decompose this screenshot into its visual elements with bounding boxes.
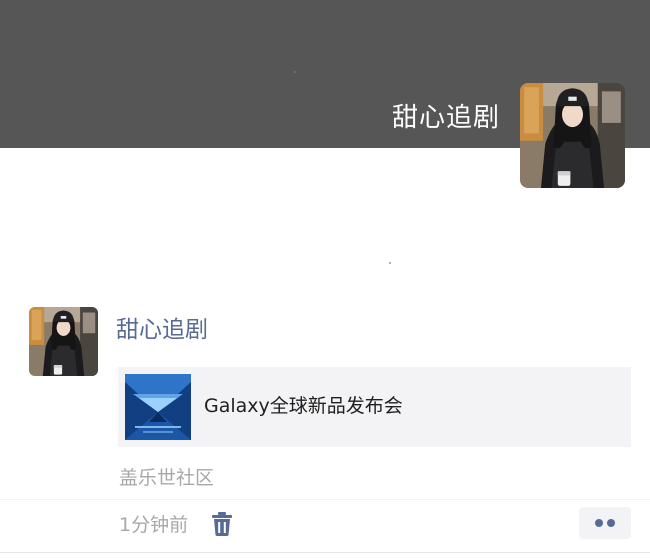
more-dots-icon: [595, 519, 603, 527]
speck: [389, 262, 391, 264]
divider: [0, 499, 650, 500]
profile-avatar[interactable]: [520, 83, 625, 188]
shared-link-card[interactable]: Galaxy全球新品发布会: [118, 367, 631, 447]
avatar-photo: [29, 307, 98, 376]
link-thumbnail: [125, 374, 191, 440]
cover-speck: [294, 71, 296, 73]
more-dots-icon: [607, 519, 615, 527]
post-author-name[interactable]: 甜心追剧: [116, 314, 208, 346]
post-timestamp: 1分钟前: [119, 514, 189, 536]
post-source[interactable]: 盖乐世社区: [119, 464, 214, 492]
trash-icon-glyph: [212, 512, 232, 536]
divider: [0, 552, 650, 553]
trash-icon[interactable]: [210, 511, 234, 537]
galaxy-thumbnail-image: [125, 374, 191, 440]
profile-name[interactable]: 甜心追剧: [392, 100, 500, 136]
avatar-photo: [520, 83, 625, 188]
moments-page: 甜心追剧 甜心追剧 Galaxy全球新品发布会 盖乐世社区 1分钟前: [0, 0, 650, 559]
post-author-avatar[interactable]: [29, 307, 98, 376]
more-options-button[interactable]: [579, 507, 631, 539]
link-title: Galaxy全球新品发布会: [204, 395, 403, 417]
